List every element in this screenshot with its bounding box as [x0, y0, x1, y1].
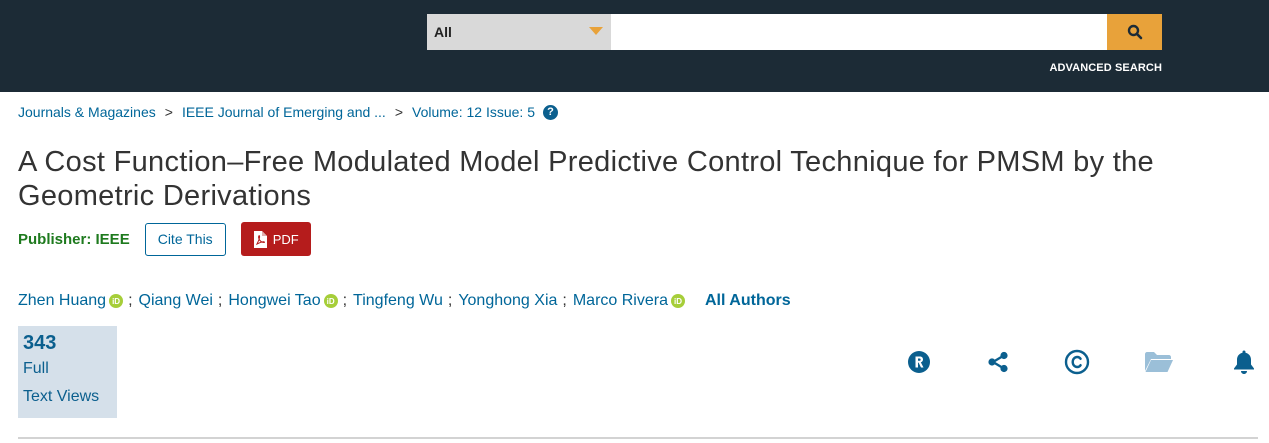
author-link[interactable]: Qiang Wei	[139, 292, 213, 310]
publisher-label: Publisher: IEEE	[18, 230, 130, 248]
search-bar: All	[427, 14, 1162, 50]
cite-this-button[interactable]: Cite This	[144, 222, 226, 256]
breadcrumb-journals[interactable]: Journals & Magazines	[18, 104, 156, 120]
share-icon	[988, 351, 1008, 373]
breadcrumb-journal[interactable]: IEEE Journal of Emerging and ...	[182, 104, 386, 120]
copyright-button[interactable]	[1062, 347, 1092, 377]
author-link[interactable]: Marco Rivera	[573, 292, 668, 310]
breadcrumb-separator: >	[164, 104, 173, 120]
search-scope-value: All	[434, 24, 452, 40]
advanced-search-link[interactable]: ADVANCED SEARCH	[1049, 62, 1162, 74]
author-link[interactable]: Yonghong Xia	[458, 292, 557, 310]
authors-list: Zhen Huang iD ; Qiang Wei ; Hongwei Tao …	[18, 292, 791, 310]
page-title: A Cost Function–Free Modulated Model Pre…	[18, 146, 1154, 212]
author-separator: ;	[342, 292, 348, 309]
divider	[18, 437, 1258, 439]
header-bar: All ADVANCED SEARCH	[0, 0, 1269, 92]
breadcrumb: Journals & Magazines > IEEE Journal of E…	[18, 104, 558, 120]
pdf-button[interactable]: PDF	[240, 222, 311, 256]
pdf-file-icon	[253, 230, 267, 248]
folder-button[interactable]	[1144, 347, 1174, 377]
metric-label: Text Views	[23, 388, 100, 405]
author-separator: ;	[447, 292, 453, 309]
breadcrumb-separator: >	[394, 104, 404, 120]
search-scope-select[interactable]: All	[427, 14, 611, 50]
search-input[interactable]	[611, 14, 1107, 50]
orcid-icon[interactable]: iD	[323, 294, 338, 308]
author-link[interactable]: Tingfeng Wu	[353, 292, 443, 310]
author-link[interactable]: Zhen Huang	[18, 292, 106, 310]
rights-icon	[908, 351, 930, 373]
author-separator: ;	[217, 292, 223, 309]
breadcrumb-volume[interactable]: Volume: 12 Issue: 5	[412, 104, 535, 120]
article-actions	[0, 347, 1269, 377]
author-separator: ;	[128, 292, 133, 309]
alert-button[interactable]	[1229, 347, 1259, 377]
author-separator: ;	[562, 292, 567, 309]
help-icon[interactable]: ?	[542, 104, 558, 120]
author-link[interactable]: Hongwei Tao	[228, 292, 320, 310]
copyright-icon	[1064, 349, 1090, 375]
share-button[interactable]	[983, 347, 1013, 377]
orcid-icon[interactable]: iD	[670, 294, 685, 308]
orcid-icon[interactable]: iD	[109, 294, 124, 308]
folder-icon	[1145, 352, 1173, 372]
rights-button[interactable]	[904, 347, 934, 377]
all-authors-link[interactable]: All Authors	[705, 292, 791, 310]
search-icon	[1127, 24, 1142, 40]
pdf-label: PDF	[272, 231, 299, 247]
chevron-down-icon	[589, 27, 603, 35]
bell-icon	[1234, 350, 1254, 374]
search-button[interactable]	[1107, 14, 1162, 50]
publisher-row: Publisher: IEEE Cite This PDF	[18, 222, 311, 256]
